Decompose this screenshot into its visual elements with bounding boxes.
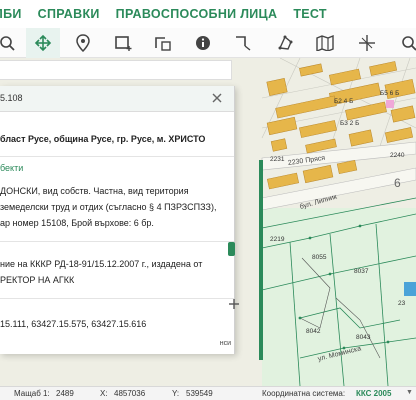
- parcel-description: ДОНСКИ, вид собств. Частна, вид територи…: [0, 186, 217, 228]
- panel-title: 5.108: [0, 93, 23, 103]
- x-value: 4857036: [114, 389, 146, 398]
- parcel-address: бласт Русе, община Русе, гр. Русе, м. ХР…: [0, 134, 206, 144]
- y-label: Y:: [172, 389, 180, 398]
- map-num-2: 2240: [390, 152, 405, 159]
- divider: [0, 298, 234, 299]
- divider: [0, 156, 234, 157]
- select-area-tool[interactable]: [146, 28, 180, 58]
- x-label: X:: [100, 389, 108, 398]
- measure-line-icon: [236, 36, 251, 51]
- zone-label: 6: [394, 176, 401, 190]
- crosshair-tool[interactable]: [350, 28, 384, 58]
- map-divider: [259, 160, 263, 360]
- info-icon: [196, 36, 210, 50]
- zoom-in-tool[interactable]: [392, 28, 416, 58]
- neighbour-parcels: 15.111, 63427.15.575, 63427.15.616: [0, 319, 147, 329]
- building-label-b: Б5 6 Б: [380, 90, 400, 97]
- map-num-7: 8043: [356, 334, 371, 341]
- info-tool[interactable]: [186, 28, 220, 58]
- parcel-order: ние на КККР РД-18-91/15.12.2007 г., изда…: [0, 259, 203, 285]
- map-num-1: 2231: [270, 156, 285, 163]
- select-area-icon: [155, 37, 171, 51]
- plus-icon[interactable]: [228, 298, 240, 310]
- close-icon[interactable]: [212, 93, 222, 103]
- divider: [0, 241, 234, 242]
- parcel-info-panel: 5.108 бласт Русе, община Русе, гр. Русе,…: [0, 86, 235, 354]
- y-value: 539549: [186, 389, 213, 398]
- crosshair-icon: [359, 35, 375, 51]
- panel-header: 5.108: [0, 86, 234, 112]
- map-toolbar: [0, 28, 416, 58]
- measure-line-tool[interactable]: [226, 28, 260, 58]
- building-label-c: Б3 2 Б: [340, 120, 360, 127]
- nav-item-lbi[interactable]: ЛБИ: [0, 7, 22, 21]
- map-num-6: 8042: [306, 328, 321, 335]
- nav-item-pravosposobni-lica[interactable]: ПРАВОСПОСОБНИ ЛИЦА: [116, 7, 278, 21]
- map-num-4: 8055: [312, 254, 327, 261]
- map-num-5: 8037: [354, 268, 369, 275]
- scale-label: Мащаб 1:: [14, 389, 50, 398]
- pan-tool[interactable]: [26, 28, 60, 58]
- select-rectangle-tool[interactable]: [106, 28, 140, 58]
- location-tool[interactable]: [66, 28, 100, 58]
- crs-label: Координатна система:: [262, 389, 346, 398]
- map-tool[interactable]: [308, 28, 342, 58]
- zoom-in-icon: [402, 36, 416, 51]
- map-num-8: 23: [398, 300, 406, 307]
- select-rectangle-icon: [115, 36, 132, 51]
- nav-item-test[interactable]: ТЕСТ: [293, 7, 327, 21]
- chevron-down-icon[interactable]: ▼: [406, 389, 413, 396]
- pan-icon: [34, 34, 52, 52]
- building-label-a: Б2 4 Б: [334, 98, 354, 105]
- measure-polygon-tool[interactable]: [268, 28, 302, 58]
- crs-select[interactable]: ККС 2005: [356, 389, 391, 398]
- measure-polygon-icon: [278, 35, 293, 50]
- top-nav: ЛБИ СПРАВКИ ПРАВОСПОСОБНИ ЛИЦА ТЕСТ: [0, 0, 416, 28]
- nav-item-spravki[interactable]: СПРАВКИ: [38, 7, 100, 21]
- scale-value: 2489: [56, 389, 74, 398]
- location-pin-icon: [76, 34, 90, 52]
- zoom-tool[interactable]: [0, 28, 24, 58]
- map-num-3: 2219: [270, 236, 285, 243]
- search-input[interactable]: [0, 60, 232, 80]
- panel-scrollbar[interactable]: [228, 242, 235, 256]
- panel-footer: нси: [219, 340, 231, 347]
- map-icon: [316, 35, 334, 51]
- section-label[interactable]: бекти: [0, 163, 234, 173]
- status-bar: Мащаб 1: 2489 X: 4857036 Y: 539549 Коорд…: [0, 386, 416, 400]
- zoom-icon: [0, 36, 15, 51]
